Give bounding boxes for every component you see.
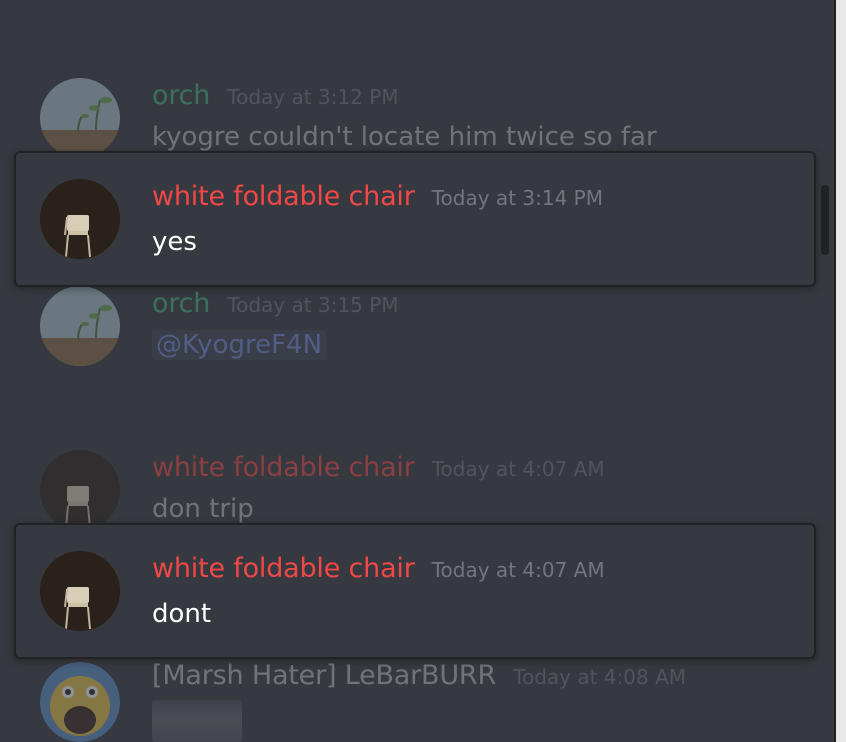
message-header: orch Today at 3:12 PM [152,80,399,111]
timestamp: Today at 4:07 AM [431,558,605,582]
scrollbar-thumb[interactable] [821,185,829,255]
chat-message-list[interactable]: orch Today at 3:12 PM kyogre couldn't lo… [0,0,834,742]
message-header: [Marsh Hater] LeBarBURR Today at 4:08 AM [152,660,686,691]
message-text: dont [152,599,212,629]
timestamp: Today at 3:12 PM [227,85,399,109]
author-name[interactable]: white foldable chair [152,452,415,483]
window-edge [834,0,846,742]
highlighted-message-card: white foldable chair Today at 4:07 AM do… [14,523,816,659]
plant-seedling-avatar-icon[interactable] [40,286,120,366]
author-name[interactable]: orch [152,80,210,111]
folding-chair-avatar-icon[interactable] [40,450,120,530]
author-name[interactable]: white foldable chair [152,181,415,212]
folding-chair-avatar-icon[interactable] [40,179,120,259]
message-text: kyogre couldn't locate him twice so far [152,122,657,152]
timestamp: Today at 3:14 PM [431,186,603,210]
highlighted-message-card: white foldable chair Today at 3:14 PM ye… [14,151,816,287]
image-attachment[interactable] [152,700,242,742]
message-text: yes [152,227,197,257]
message-text: @KyogreF4N [152,330,327,360]
timestamp: Today at 4:08 AM [513,665,687,689]
duck-avatar-icon[interactable] [40,662,120,742]
plant-seedling-avatar-icon[interactable] [40,78,120,158]
author-name[interactable]: orch [152,288,210,319]
message-header: white foldable chair Today at 4:07 AM [152,452,605,483]
message-text: don trip [152,494,254,524]
timestamp: Today at 4:07 AM [431,457,605,481]
timestamp: Today at 3:15 PM [227,293,399,317]
message-header: white foldable chair Today at 3:14 PM [152,181,603,212]
user-mention[interactable]: @KyogreF4N [152,330,327,360]
author-name[interactable]: [Marsh Hater] LeBarBURR [152,660,496,691]
message-header: white foldable chair Today at 4:07 AM [152,553,605,584]
folding-chair-avatar-icon[interactable] [40,551,120,631]
message-header: orch Today at 3:15 PM [152,288,399,319]
author-name[interactable]: white foldable chair [152,553,415,584]
